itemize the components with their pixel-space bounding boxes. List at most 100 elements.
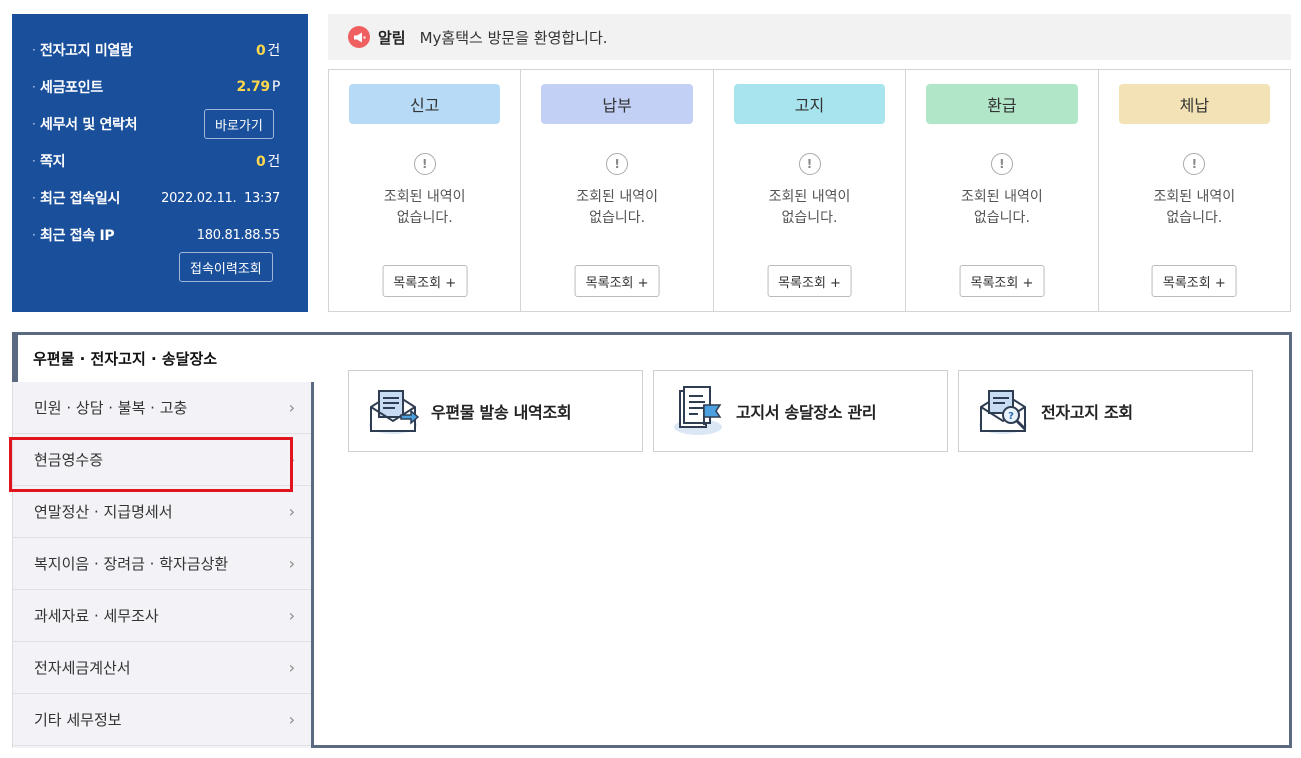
menu-item-label: 민원 · 상담 · 불복 · 고충 xyxy=(34,399,188,417)
menu-item-cash-receipt[interactable]: 현금영수증 › xyxy=(13,434,311,486)
menu-item-civil-complaint[interactable]: 민원 · 상담 · 불복 · 고충 › xyxy=(13,382,311,434)
menu-item-label: 과세자료 · 세무조사 xyxy=(34,607,159,625)
empty-line: 없습니다. xyxy=(1166,210,1223,226)
menu-item-year-end-settlement[interactable]: 연말정산 · 지급명세서 › xyxy=(13,486,311,538)
empty-line: 없습니다. xyxy=(589,210,646,226)
view-list-button[interactable]: 목록조회 + xyxy=(382,265,468,297)
notes-unit: 건 xyxy=(267,154,280,170)
chevron-right-icon: › xyxy=(288,606,295,625)
status-card-title: 고지 xyxy=(733,84,886,124)
empty-line: 없습니다. xyxy=(396,210,453,226)
status-card-title: 납부 xyxy=(541,84,693,124)
office-shortcut-button[interactable]: 바로가기 xyxy=(204,109,274,139)
menu-item-label: 현금영수증 xyxy=(34,451,104,469)
mail-history-label: 우편물 발송 내역조회 xyxy=(431,403,572,422)
empty-message: 조회된 내역이없습니다. xyxy=(906,187,1097,229)
menu-item-e-tax-invoice[interactable]: 전자세금계산서 › xyxy=(13,642,311,694)
empty-line: 조회된 내역이 xyxy=(1153,189,1236,205)
unread-notice-value[interactable]: 0건 xyxy=(256,40,280,60)
notice-text: My홈택스 방문을 환영합니다. xyxy=(419,28,608,47)
menu-item-other-tax-info[interactable]: 기타 세무정보 › xyxy=(13,694,311,746)
bullet-dot: · xyxy=(32,43,36,57)
tax-office-label: 세무서 및 연락처 xyxy=(40,117,138,133)
points-unit: P xyxy=(271,79,280,95)
notes-count[interactable]: 0 xyxy=(256,154,266,170)
tax-points-row: · 세금포인트 2.79 P xyxy=(32,75,280,99)
notes-row: · 쪽지 0건 xyxy=(32,149,280,173)
info-exclamation-icon: ! xyxy=(413,153,436,175)
mail-search-icon: ? xyxy=(979,390,1027,434)
view-list-button[interactable]: 목록조회 + xyxy=(574,265,660,297)
empty-message: 조회된 내역이없습니다. xyxy=(714,187,905,229)
notes-value[interactable]: 0건 xyxy=(256,151,280,171)
info-exclamation-icon: ! xyxy=(798,153,821,175)
menu-item-label: 복지이음 · 장려금 · 학자금상환 xyxy=(34,555,229,573)
status-card-arrears: 체납 ! 조회된 내역이없습니다. 목록조회 + xyxy=(1099,70,1290,311)
e-notice-inquiry-label: 전자고지 조회 xyxy=(1041,403,1133,422)
tab-mail-notice-delivery[interactable]: 우편물 · 전자고지 · 송달장소 xyxy=(18,335,314,382)
last-ip-row: · 최근 접속 IP 180.81.88.55 xyxy=(32,223,280,247)
status-card-refund: 환급 ! 조회된 내역이 없습니다. 목록조회 + xyxy=(906,70,1099,311)
status-card-title: 신고 xyxy=(349,84,501,124)
mail-list-icon xyxy=(369,390,420,434)
unread-notice-label: 전자고지 미열람 xyxy=(40,43,133,59)
empty-line: 조회된 내역이 xyxy=(576,189,658,205)
bullet-dot: · xyxy=(32,154,36,168)
menu-item-label: 기타 세무정보 xyxy=(34,711,122,729)
unread-unit: 건 xyxy=(267,43,280,59)
menu-item-welfare-benefits[interactable]: 복지이음 · 장려금 · 학자금상환 › xyxy=(13,538,311,590)
bullet-dot: · xyxy=(32,80,36,94)
tax-points-value[interactable]: 2.79 P xyxy=(237,79,281,95)
notice-label: 알림 xyxy=(378,28,406,47)
service-menu-section: 우편물 · 전자고지 · 송달장소 민원 · 상담 · 불복 · 고충 › 현금… xyxy=(9,332,1292,748)
last-login-row: · 최근 접속일시 2022.02.11. 13:37 xyxy=(32,186,280,210)
login-history-button[interactable]: 접속이력조회 xyxy=(179,252,273,282)
bullet-dot: · xyxy=(32,191,36,205)
notes-label: 쪽지 xyxy=(40,154,66,170)
bullet-dot: · xyxy=(32,228,36,242)
e-notice-inquiry-button[interactable]: ? 전자고지 조회 xyxy=(958,370,1253,452)
svg-text:?: ? xyxy=(1008,411,1014,422)
empty-line: 조회된 내역이 xyxy=(383,189,466,205)
empty-line: 조회된 내역이 xyxy=(961,189,1043,205)
view-list-button[interactable]: 목록조회 + xyxy=(767,265,852,297)
unread-notice-row: · 전자고지 미열람 0건 xyxy=(32,38,280,62)
chevron-right-icon: › xyxy=(288,502,295,521)
view-list-button[interactable]: 목록조회 + xyxy=(1151,265,1237,297)
bullet-dot: · xyxy=(32,117,36,131)
empty-message: 조회된 내역이없습니다. xyxy=(1099,187,1290,229)
last-login-value: 2022.02.11. 13:37 xyxy=(161,190,280,206)
tax-points-label: 세금포인트 xyxy=(40,80,103,96)
status-card-title: 환급 xyxy=(926,84,1078,124)
status-card-notice: 고지 ! 조회된 내역이없습니다. 목록조회 + xyxy=(714,70,907,311)
status-card-report: 신고 ! 조회된 내역이없습니다. 목록조회 + xyxy=(329,70,522,311)
empty-message: 조회된 내역이없습니다. xyxy=(329,187,520,229)
empty-line: 없습니다. xyxy=(973,210,1030,226)
chevron-right-icon: › xyxy=(288,658,295,677)
unread-count[interactable]: 0 xyxy=(256,43,266,59)
info-exclamation-icon: ! xyxy=(606,153,629,175)
megaphone-icon xyxy=(348,26,370,48)
side-menu: 민원 · 상담 · 불복 · 고충 › 현금영수증 › 연말정산 · 지급명세서… xyxy=(12,382,311,748)
empty-line: 없습니다. xyxy=(781,210,838,226)
chevron-right-icon: › xyxy=(288,710,295,729)
status-card-payment: 납부 ! 조회된 내역이없습니다. 목록조회 + xyxy=(521,70,714,311)
status-card-title: 체납 xyxy=(1118,84,1271,124)
empty-line: 조회된 내역이 xyxy=(768,189,851,205)
document-flag-icon xyxy=(674,386,722,435)
last-ip-label: 최근 접속 IP xyxy=(40,228,115,244)
view-list-button[interactable]: 목록조회 + xyxy=(959,265,1045,297)
menu-item-label: 연말정산 · 지급명세서 xyxy=(34,503,173,521)
menu-item-label: 전자세금계산서 xyxy=(34,659,131,677)
menu-item-tax-data-audit[interactable]: 과세자료 · 세무조사 › xyxy=(13,590,311,642)
info-exclamation-icon: ! xyxy=(1183,153,1206,175)
account-info-panel: · 전자고지 미열람 0건 · 세금포인트 2.79 P · 세무서 및 연락처 … xyxy=(12,14,308,312)
chevron-right-icon: › xyxy=(288,450,295,469)
empty-message: 조회된 내역이없습니다. xyxy=(521,187,712,229)
status-summary-grid: 신고 ! 조회된 내역이없습니다. 목록조회 + 납부 ! 조회된 내역이없습니… xyxy=(328,69,1291,312)
last-ip-value: 180.81.88.55 xyxy=(196,227,281,243)
delivery-address-label: 고지서 송달장소 관리 xyxy=(736,403,877,422)
points-number[interactable]: 2.79 xyxy=(237,79,271,95)
delivery-address-button[interactable]: 고지서 송달장소 관리 xyxy=(653,370,948,452)
mail-history-button[interactable]: 우편물 발송 내역조회 xyxy=(348,370,643,452)
